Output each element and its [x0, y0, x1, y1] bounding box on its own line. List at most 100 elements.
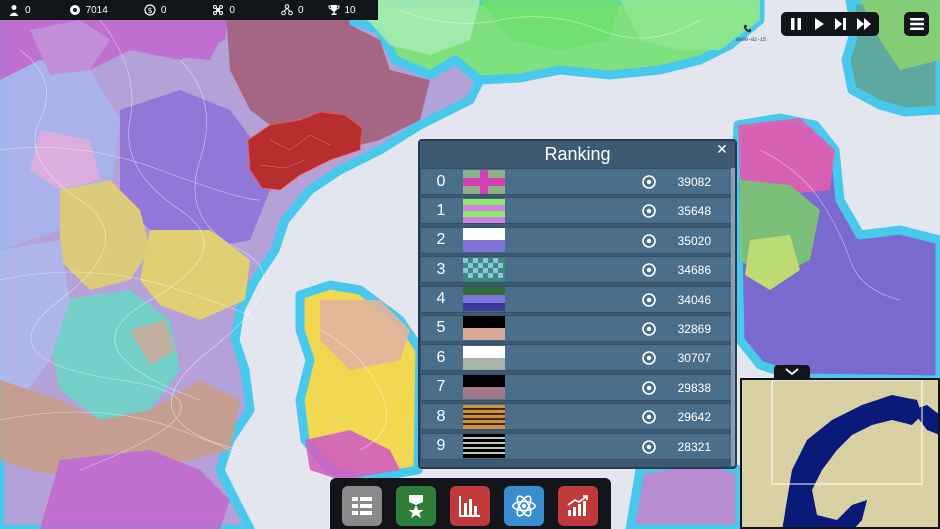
list-button[interactable] — [342, 486, 382, 526]
ranking-row[interactable]: 3 34686 — [420, 256, 734, 284]
research-value: 7014 — [85, 4, 108, 16]
network-value: 0 — [297, 4, 304, 16]
fast-forward-button[interactable] — [831, 14, 851, 34]
country-flag — [463, 345, 505, 370]
score-value: 28321 — [677, 439, 711, 454]
atom-icon — [512, 495, 536, 517]
score-value: 29838 — [677, 380, 711, 395]
research-icon — [642, 204, 656, 219]
country-flag — [463, 198, 505, 223]
country-flag — [463, 404, 505, 429]
svg-text:$: $ — [147, 6, 152, 15]
research-icon — [642, 351, 656, 366]
country-flag — [463, 434, 505, 459]
hamburger-icon — [909, 18, 924, 30]
bar-chart-icon — [459, 496, 480, 517]
ranking-row[interactable]: 6 30707 — [420, 344, 734, 372]
phone-icon[interactable] — [743, 24, 752, 33]
rank-number: 8 — [436, 407, 446, 425]
play-button[interactable] — [809, 14, 829, 34]
research-icon — [642, 439, 656, 454]
medal-button[interactable] — [396, 486, 436, 526]
research-icon — [642, 292, 656, 307]
play-icon — [814, 18, 824, 30]
research-icon — [642, 175, 656, 189]
score-value: 32869 — [677, 321, 711, 336]
score-value: 29642 — [677, 410, 711, 425]
rank-number: 4 — [436, 290, 446, 308]
growth-chart-icon — [567, 495, 588, 516]
ranking-scrollbar[interactable] — [731, 168, 735, 466]
rank-number: 7 — [436, 378, 446, 396]
research-icon — [642, 380, 656, 395]
stat-network: 0 — [281, 4, 304, 16]
minimap-toggle[interactable] — [774, 365, 810, 379]
network-icon — [281, 4, 293, 16]
stat-money: $ 0 — [144, 4, 167, 16]
country-flag — [463, 228, 505, 253]
virus-icon — [213, 5, 224, 15]
research-icon — [642, 410, 656, 424]
rank-number: 2 — [436, 231, 446, 249]
trophy-icon — [327, 5, 340, 15]
pause-icon — [791, 18, 802, 30]
rank-number: 1 — [436, 201, 446, 219]
growth-button[interactable] — [558, 486, 598, 526]
statistics-button[interactable] — [450, 486, 490, 526]
ranking-row[interactable]: 1 35648 — [420, 197, 734, 225]
medal-icon — [408, 495, 424, 518]
chevron-down-icon — [785, 368, 799, 376]
pause-button[interactable] — [786, 14, 806, 34]
fast-icon — [835, 18, 847, 30]
score-value: 35648 — [677, 204, 711, 219]
score-value: 39082 — [677, 175, 711, 189]
country-flag — [463, 257, 505, 282]
stat-research: 7014 — [69, 4, 108, 16]
stat-virus: 0 — [212, 4, 235, 16]
money-value: 0 — [160, 4, 167, 16]
ranking-row[interactable]: 4 34046 — [420, 285, 734, 313]
score-value: 30707 — [677, 351, 711, 366]
close-button[interactable]: ✕ — [715, 142, 729, 156]
research-icon — [642, 322, 656, 336]
ranking-row[interactable]: 8 29642 — [420, 403, 734, 431]
score-value: 35020 — [677, 233, 711, 248]
research-icon — [642, 233, 656, 248]
trophy-value: 10 — [344, 4, 356, 16]
country-flag — [463, 375, 505, 400]
minimap-canvas — [742, 380, 938, 527]
research-button[interactable] — [504, 486, 544, 526]
ranking-title: Ranking — [420, 141, 735, 168]
ranking-row[interactable]: 9 28321 — [420, 432, 734, 460]
population-value: 0 — [25, 4, 31, 16]
ranking-list: 0 39082 1 35648 2 35020 3 34686 4 34046 … — [420, 168, 734, 462]
research-icon — [69, 5, 80, 15]
research-icon — [642, 263, 656, 277]
rank-number: 3 — [436, 260, 446, 278]
rank-number: 0 — [436, 172, 446, 190]
ranking-row[interactable]: 2 35020 — [420, 226, 734, 254]
game-date: 0000-02-15 — [736, 37, 767, 43]
ranking-row[interactable]: 5 32869 — [420, 314, 734, 342]
fastest-button[interactable] — [854, 14, 874, 34]
ranking-row[interactable]: 7 29838 — [420, 373, 734, 401]
country-flag — [463, 316, 505, 341]
rank-number: 6 — [436, 348, 446, 366]
speed-controls — [781, 12, 879, 36]
minimap[interactable] — [740, 378, 940, 529]
resource-bar: 0 7014 $ 0 0 0 10 — [0, 0, 378, 20]
list-icon — [352, 497, 372, 515]
virus-value: 0 — [229, 4, 235, 16]
rank-number: 9 — [436, 437, 446, 455]
stat-population: 0 — [8, 4, 31, 16]
rank-number: 5 — [436, 319, 446, 337]
country-flag — [463, 169, 505, 194]
stat-trophy: 10 — [327, 4, 356, 16]
ranking-row[interactable]: 0 39082 — [420, 168, 734, 195]
fastest-icon — [856, 18, 871, 30]
menu-button[interactable] — [904, 12, 929, 36]
bottom-dock — [330, 478, 611, 529]
ranking-panel: Ranking ✕ 0 39082 1 35648 2 35020 3 3468… — [418, 139, 737, 469]
population-icon — [9, 5, 19, 16]
score-value: 34046 — [677, 292, 711, 307]
